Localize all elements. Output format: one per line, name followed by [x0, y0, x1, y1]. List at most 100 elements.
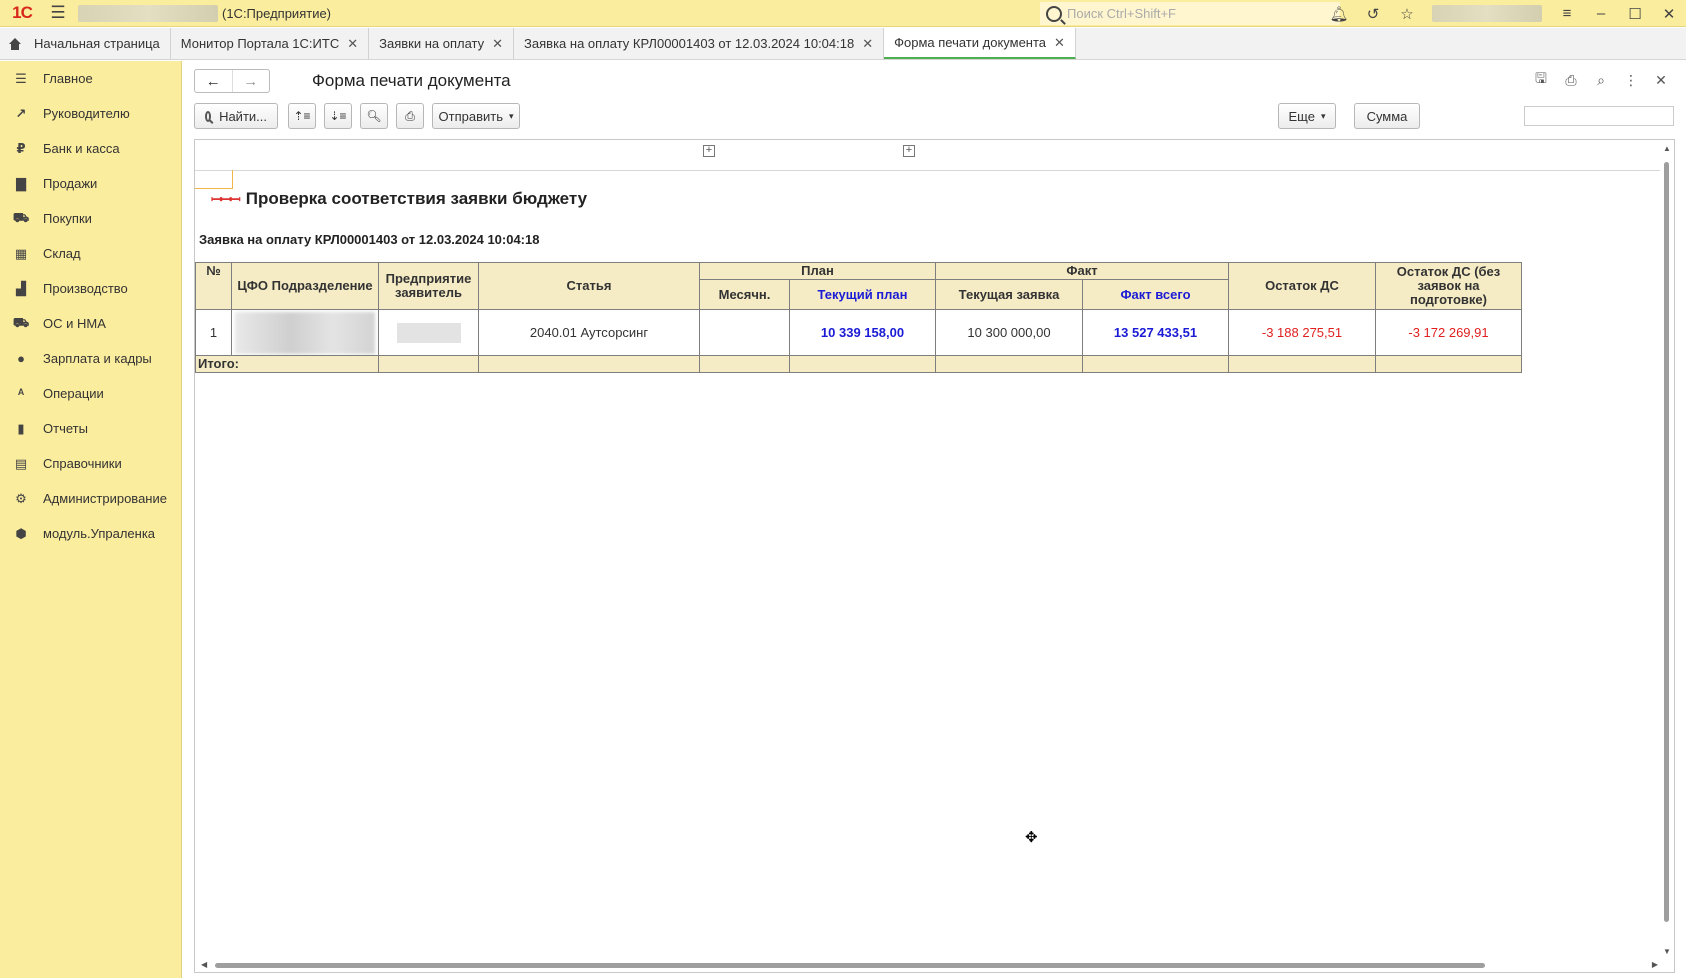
print-button[interactable]: ⎙ [396, 103, 424, 129]
tab-home[interactable]: Начальная страница [0, 28, 171, 59]
operations-icon: ᴬ [17, 386, 25, 401]
forward-arrow-icon[interactable]: → [231, 70, 270, 92]
close-icon[interactable]: ✕ [347, 36, 358, 52]
sidebar-item-main[interactable]: ☰ Главное [0, 61, 181, 96]
sidebar-item-operations[interactable]: ᴬ Операции [0, 376, 181, 411]
tab-label: Форма печати документа [894, 35, 1047, 50]
close-icon[interactable]: ✕ [1054, 35, 1065, 51]
expand-group-icon[interactable]: + [703, 145, 715, 157]
sidebar-item-manager[interactable]: ↗ Руководителю [0, 96, 181, 131]
vertical-scrollbar[interactable]: ▲ ▼ [1660, 140, 1674, 972]
save-icon[interactable]: 🖫︎ [1526, 69, 1556, 91]
col-header-fact-total[interactable]: Факт всего [1082, 279, 1229, 310]
spreadsheet-document[interactable]: + + ꟷꟷꟷ Проверка соответствия заявки бюд… [194, 139, 1675, 973]
back-arrow-icon[interactable]: ← [195, 70, 232, 92]
cell-current-request: 10 300 000,00 [935, 309, 1083, 356]
table-row: 1 2040.01 Аутсорсинг 10 339 158,00 10 30… [195, 309, 1522, 356]
user-name-redacted[interactable] [1432, 5, 1542, 22]
total-cell [1375, 355, 1522, 373]
settings-menu-icon[interactable]: ≡ [1550, 0, 1584, 27]
scroll-thumb[interactable] [1664, 162, 1669, 922]
cell-balance-no-prep: -3 172 269,91 [1375, 309, 1522, 356]
sidebar-item-production[interactable]: ▟ Производство [0, 271, 181, 306]
sidebar-item-reports[interactable]: ▮ Отчеты [0, 411, 181, 446]
report-title-text: Проверка соответствия заявки бюджету [245, 189, 588, 208]
minimize-icon[interactable]: – [1584, 0, 1618, 27]
scroll-up-icon[interactable]: ▲ [1663, 144, 1671, 153]
scroll-left-icon[interactable]: ◀ [201, 960, 207, 969]
cell-enterprise-redacted [378, 309, 479, 356]
app-name: (1С:Предприятие) [222, 5, 332, 21]
more-button[interactable]: Еще ▾ [1278, 103, 1336, 129]
tab-payment-requests[interactable]: Заявки на оплату ✕ [369, 28, 515, 59]
mouse-cursor-icon: ✥ [1025, 829, 1038, 846]
main-area: ← → Форма печати документа 🖫︎ ⎙ ⌕ ⋮ ✕ На… [182, 61, 1686, 978]
send-button[interactable]: Отправить ▾ [432, 103, 520, 129]
tab-label: Заявки на оплату [379, 36, 485, 51]
main-menu-icon[interactable]: ☰ [44, 0, 72, 27]
chevron-down-icon: ▾ [1320, 110, 1326, 121]
cell-fact-total[interactable]: 13 527 433,51 [1082, 309, 1229, 356]
global-search-input[interactable]: Поиск Ctrl+Shift+F [1040, 2, 1340, 25]
expand-group-icon[interactable]: + [903, 145, 915, 157]
preview-icon[interactable]: ⌕ [1586, 69, 1616, 91]
sidebar-item-assets[interactable]: ⛟ ОС и НМА [0, 306, 181, 341]
more-label: Еще [1288, 108, 1315, 124]
close-window-icon[interactable]: ✕ [1652, 0, 1686, 27]
sidebar-item-module[interactable]: ⬢ модуль.Упраленка [0, 516, 181, 551]
tab-its-monitor[interactable]: Монитор Портала 1С:ИТС ✕ [171, 28, 370, 59]
total-row: Итого: [195, 355, 1522, 373]
bar-chart-icon: ▮ [17, 420, 25, 436]
selected-cell-marker [195, 170, 233, 189]
sidebar-item-catalogs[interactable]: ▤ Справочники [0, 446, 181, 481]
col-header-current-plan[interactable]: Текущий план [789, 279, 936, 310]
sidebar-item-label: Администрирование [43, 491, 167, 506]
history-icon[interactable]: ↺ [1356, 0, 1390, 27]
bell-icon[interactable]: 🔔︎ [1322, 0, 1356, 27]
sidebar-item-admin[interactable]: ⚙ Администрирование [0, 481, 181, 516]
scroll-right-icon[interactable]: ▶ [1652, 960, 1658, 969]
sidebar-item-bank[interactable]: ₽ Банк и касса [0, 131, 181, 166]
close-icon[interactable]: ✕ [1646, 69, 1676, 91]
horizontal-scrollbar[interactable]: ◀ ▶ [195, 958, 1674, 972]
sidebar-item-purchases[interactable]: ⛟ Покупки [0, 201, 181, 236]
print-icon[interactable]: ⎙ [1556, 69, 1586, 91]
tab-payment-request-doc[interactable]: Заявка на оплату КРЛ00001403 от 12.03.20… [514, 28, 885, 59]
total-cell [378, 355, 479, 373]
cube-icon: ⬢ [15, 525, 27, 541]
maximize-icon[interactable]: ☐ [1618, 0, 1652, 27]
col-header-num: № [195, 262, 232, 310]
sort-asc-button[interactable]: ⇡≡ [288, 103, 316, 129]
sum-button[interactable]: Сумма [1354, 103, 1420, 129]
more-vertical-icon[interactable]: ⋮ [1616, 69, 1646, 91]
close-icon[interactable]: ✕ [492, 36, 503, 52]
cell-num: 1 [195, 309, 232, 356]
app-logo[interactable]: 1С [0, 0, 44, 27]
sidebar-item-warehouse[interactable]: ▦ Склад [0, 236, 181, 271]
find-button[interactable]: Найти... [194, 103, 278, 129]
sort-desc-button[interactable]: ⇣≡ [324, 103, 352, 129]
preview-button[interactable]: 🔍︎ [360, 103, 388, 129]
truck-icon: ⛟ [12, 314, 30, 330]
redacted-block [235, 311, 375, 354]
tab-print-form[interactable]: Форма печати документа ✕ [884, 28, 1076, 59]
col-header-current-request: Текущая заявка [935, 279, 1083, 310]
scroll-thumb[interactable] [215, 963, 1485, 968]
cell-cfo-redacted [231, 309, 379, 356]
cell-current-plan[interactable]: 10 339 158,00 [789, 309, 936, 356]
sidebar-item-sales[interactable]: ▇ Продажи [0, 166, 181, 201]
scroll-down-icon[interactable]: ▼ [1663, 947, 1671, 956]
report-icon: ꟷꟷꟷ [211, 192, 241, 207]
sidebar-item-payroll[interactable]: ● Зарплата и кадры [0, 341, 181, 376]
close-icon[interactable]: ✕ [862, 36, 873, 52]
form-header-actions: 🖫︎ ⎙ ⌕ ⋮ ✕ [1526, 69, 1676, 91]
sidebar-item-label: Склад [43, 246, 81, 261]
sort-desc-icon: ⇣≡ [329, 109, 347, 123]
col-header-balance-no-prep: Остаток ДС (без заявок на подготовке) [1375, 262, 1522, 310]
trend-icon: ↗ [15, 105, 27, 121]
chevron-down-icon: ▾ [508, 110, 514, 121]
sum-field[interactable] [1524, 106, 1674, 126]
star-icon[interactable]: ☆ [1390, 0, 1424, 27]
titlebar-actions: 🔔︎ ↺ ☆ ≡ – ☐ ✕ [1322, 0, 1686, 27]
ruble-icon: ₽ [16, 140, 26, 156]
